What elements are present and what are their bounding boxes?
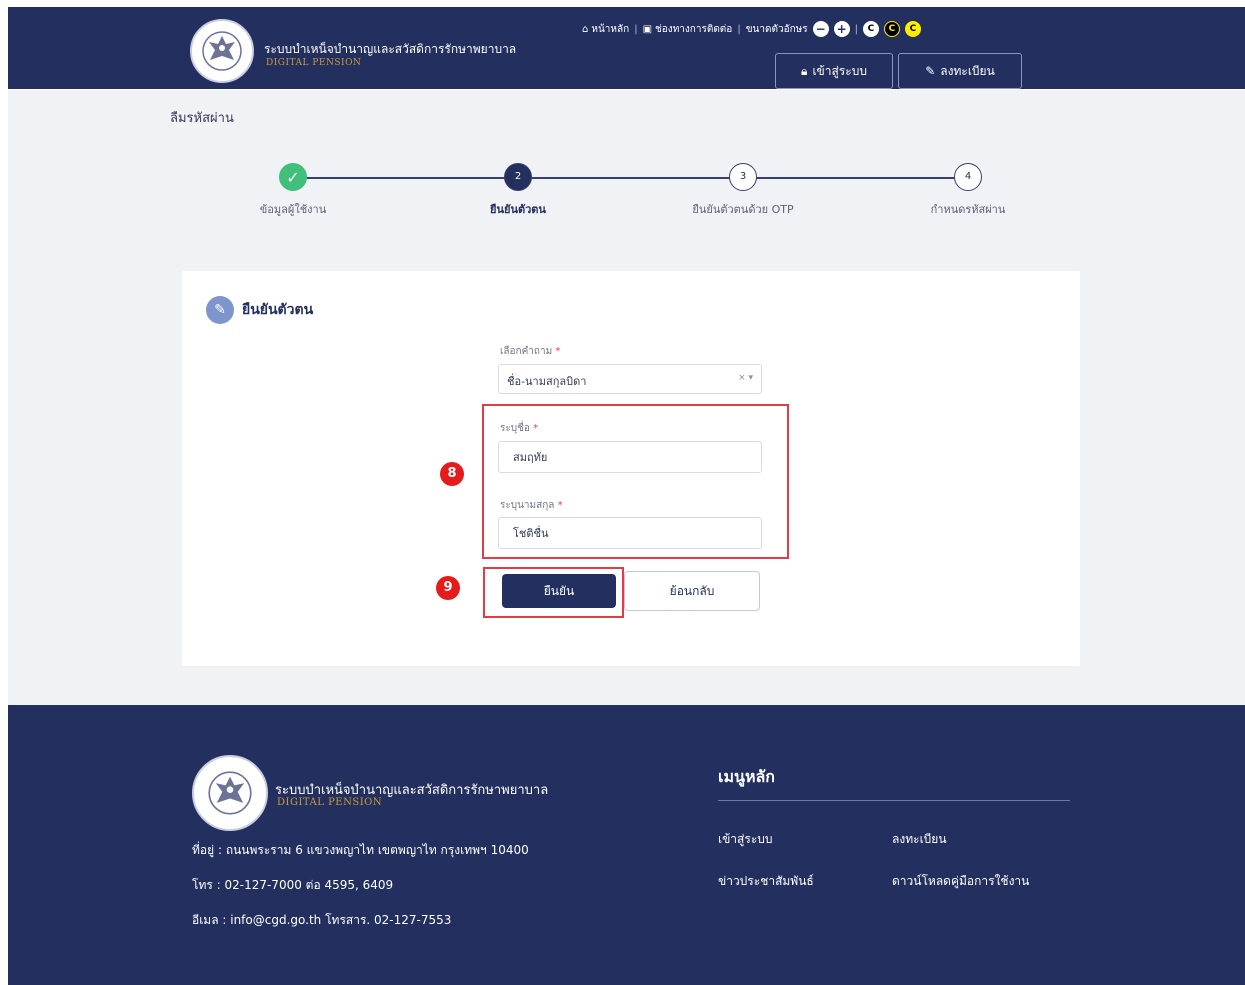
- card-title-label: ยืนยันตัวตน: [242, 302, 314, 318]
- step-number: 2: [504, 163, 532, 191]
- progress-stepper: ✓ ข้อมูลผู้ใช้งาน 2 ยืนยันตัวตน 3 ยืนยัน…: [255, 160, 1035, 230]
- footer-link-news[interactable]: ข่าวประชาสัมพันธ์: [718, 872, 814, 891]
- footer-link-login[interactable]: เข้าสู่ระบบ: [718, 830, 773, 849]
- step-label: ยืนยันตัวตน: [490, 203, 546, 216]
- register-button[interactable]: ✎ ลงทะเบียน: [898, 53, 1022, 89]
- step-label: กำหนดรหัสผ่าน: [930, 203, 1006, 216]
- step-label: ข้อมูลผู้ใช้งาน: [259, 203, 327, 216]
- nav-separator: |: [737, 23, 741, 35]
- top-nav: ⌂ หน้าหลัก | ▣ ช่องทางการติดต่อ | ขนาดตั…: [582, 19, 921, 39]
- brand-title: ระบบบำเหน็จบำนาญและสวัสดิการรักษาพยาบาล: [264, 42, 517, 56]
- garuda-logo-icon[interactable]: [190, 19, 254, 83]
- step-badge-9: 9: [436, 576, 460, 600]
- home-link-label: หน้าหลัก: [591, 23, 630, 35]
- home-link[interactable]: ⌂ หน้าหลัก: [582, 22, 629, 37]
- step-2: 2 ยืนยันตัวตน: [458, 163, 578, 218]
- footer-logo-icon: [192, 755, 268, 831]
- question-select-value: ชื่อ-นามสกุลบิดา: [507, 375, 587, 388]
- contrast-dark-button[interactable]: C: [883, 21, 900, 37]
- nav-separator: |: [634, 23, 638, 35]
- site-footer: ระบบบำเหน็จบำนาญและสวัสดิการรักษาพยาบาล …: [8, 705, 1245, 985]
- footer-brand-subtitle: DIGITAL PENSION: [277, 797, 383, 808]
- step-number: 4: [954, 163, 982, 191]
- step-3: 3 ยืนยันตัวตนด้วย OTP: [683, 163, 803, 218]
- question-select-label: เลือกคำถาม *: [500, 344, 560, 359]
- step-number: 3: [729, 163, 757, 191]
- nav-separator: |: [854, 23, 858, 35]
- step-badge-8: 8: [440, 462, 464, 486]
- register-button-label: ลงทะเบียน: [940, 63, 995, 78]
- step-4: 4 กำหนดรหัสผ่าน: [908, 163, 1028, 218]
- step-1: ✓ ข้อมูลผู้ใช้งาน: [233, 163, 353, 218]
- check-icon: ✓: [279, 163, 307, 191]
- back-button[interactable]: ย้อนกลับ: [624, 571, 760, 611]
- contrast-yellow-button[interactable]: C: [904, 21, 921, 37]
- home-icon: ⌂: [582, 23, 589, 35]
- site-header: ระบบบำเหน็จบำนาญและสวัสดิการรักษาพยาบาล …: [8, 7, 1245, 89]
- footer-phone: โทร : 02-127-7000 ต่อ 4595, 6409: [192, 878, 394, 892]
- garuda-emblem-icon: [202, 31, 242, 71]
- pencil-icon: ✎: [206, 296, 234, 324]
- footer-email: อีเมล : info@cgd.go.th โทรสาร. 02-127-75…: [192, 913, 452, 927]
- verify-identity-card: ✎ ยืนยันตัวตน เลือกคำถาม * ชื่อ-นามสกุลบ…: [182, 271, 1080, 666]
- highlight-box-8: [482, 404, 789, 559]
- question-select[interactable]: ชื่อ-นามสกุลบิดา × ▾: [498, 364, 762, 394]
- brand-subtitle: DIGITAL PENSION: [266, 58, 362, 68]
- footer-link-manual[interactable]: ดาวน์โหลดคู่มือการใช้งาน: [892, 872, 1029, 891]
- highlight-box-9: [483, 567, 624, 618]
- lock-icon: 🔒︎: [801, 63, 808, 78]
- login-button[interactable]: 🔒︎ เข้าสู่ระบบ: [775, 53, 893, 89]
- footer-menu-title: เมนูหลัก: [718, 767, 775, 786]
- contact-link[interactable]: ▣ ช่องทางการติดต่อ: [643, 22, 733, 37]
- contact-icon: ▣: [642, 23, 653, 35]
- page: ระบบบำเหน็จบำนาญและสวัสดิการรักษาพยาบาล …: [0, 0, 1245, 985]
- page-title: ลืมรหัสผ่าน: [170, 111, 234, 126]
- select-arrows-icon: × ▾: [738, 373, 753, 383]
- footer-menu-divider: [718, 800, 1070, 801]
- font-decrease-button[interactable]: −: [812, 21, 829, 37]
- register-icon: ✎: [925, 64, 936, 78]
- contact-link-label: ช่องทางการติดต่อ: [655, 23, 733, 35]
- question-select-label-text: เลือกคำถาม: [500, 346, 553, 357]
- login-button-label: เข้าสู่ระบบ: [812, 63, 867, 78]
- garuda-emblem-icon: [208, 771, 252, 815]
- font-size-label: ขนาดตัวอักษร: [745, 23, 808, 35]
- footer-address: ที่อยู่ : ถนนพระราม 6 แขวงพญาไท เขตพญาไท…: [192, 843, 529, 857]
- card-title: ✎ ยืนยันตัวตน: [206, 296, 313, 324]
- required-mark: *: [555, 346, 561, 357]
- footer-link-register[interactable]: ลงทะเบียน: [892, 830, 947, 849]
- step-label: ยืนยันตัวตนด้วย OTP: [692, 203, 794, 216]
- font-increase-button[interactable]: +: [833, 21, 850, 37]
- contrast-normal-button[interactable]: C: [862, 21, 879, 37]
